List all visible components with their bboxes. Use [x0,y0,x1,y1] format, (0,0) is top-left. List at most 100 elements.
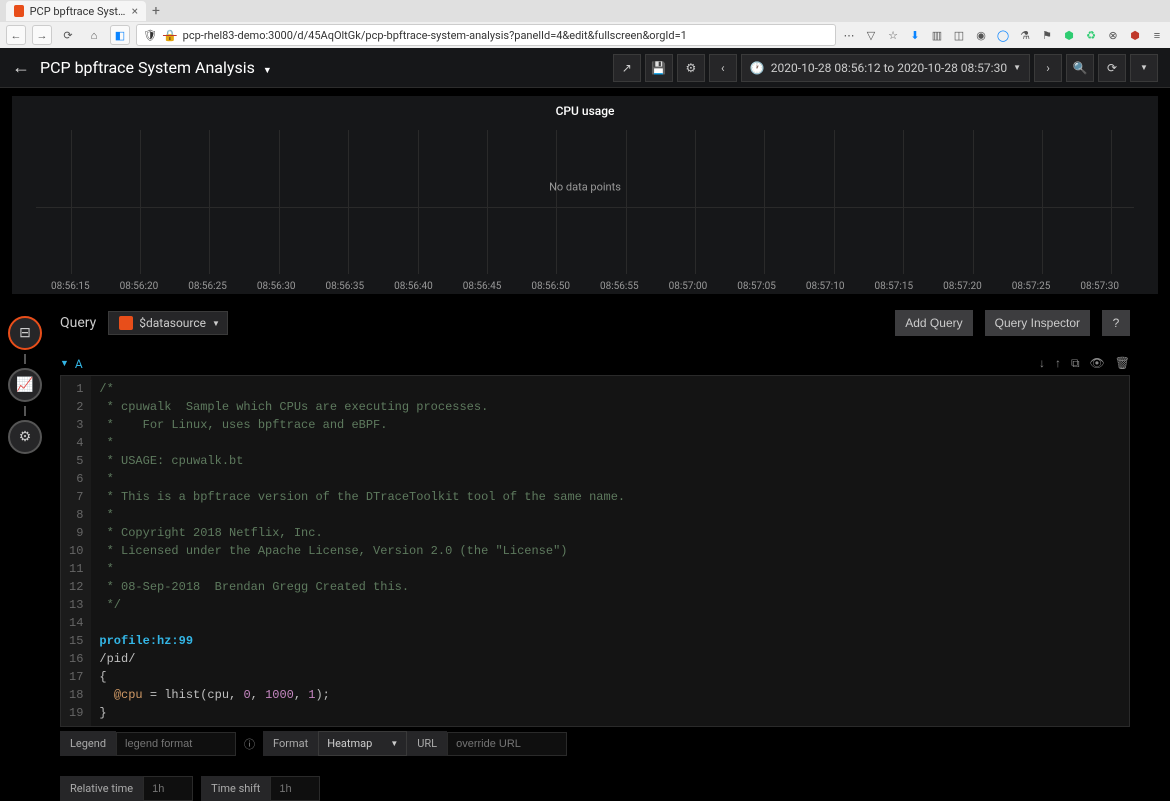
library-icon[interactable]: ▥ [930,28,944,42]
query-footer: Legend ⓘ Format Heatmap ▼ URL [60,731,1130,756]
ext5-icon[interactable]: ♻ [1084,28,1098,42]
x-tick: 08:56:55 [585,281,654,292]
legend-label: Legend [60,731,116,756]
ext7-icon[interactable]: ⬢ [1128,28,1142,42]
legend-input[interactable] [116,732,236,756]
query-inspector-button[interactable]: Query Inspector [985,310,1090,336]
dashboard-title[interactable]: PCP bpftrace System Analysis ▼ [40,58,603,77]
editor-code[interactable]: /* * cpuwalk Sample which CPUs are execu… [91,376,1129,726]
visualization-tab-icon[interactable]: 📈 [8,368,42,402]
x-tick: 08:57:30 [1065,281,1134,292]
x-tick: 08:57:20 [928,281,997,292]
download-icon[interactable]: ⬇ [908,28,922,42]
code-editor[interactable]: 12345678910111213141516171819 /* * cpuwa… [60,375,1130,727]
query-row-a: ▼ A ↓ ↑ ⧉ 👁 🗑 12345678910111213141516171… [60,352,1130,756]
query-header: Query $datasource ▼ Add Query Query Insp… [60,302,1130,344]
format-label: Format [263,731,318,756]
share-button[interactable]: ↗ [613,54,641,82]
grafana-header: ← PCP bpftrace System Analysis ▼ ↗ 💾 ⚙ ‹… [0,48,1170,88]
x-tick: 08:56:15 [36,281,105,292]
x-tick: 08:56:25 [173,281,242,292]
lock-icon: 🔒 [163,29,177,42]
back-arrow-icon[interactable]: ← [12,57,30,78]
remove-query-icon[interactable]: 🗑 [1115,356,1130,371]
tab-close-icon[interactable]: × [132,4,138,18]
more-icon[interactable]: ⋯ [842,28,856,42]
format-value: Heatmap [327,737,372,750]
save-button[interactable]: 💾 [645,54,673,82]
time-range-text: 2020-10-28 08:56:12 to 2020-10-28 08:57:… [771,61,1007,75]
move-up-icon[interactable]: ↑ [1055,356,1061,371]
query-area: ⊟ 📈 ⚙ Query $datasource ▼ Add Query Quer… [0,302,1170,801]
container-icon[interactable]: ◧ [110,25,130,45]
time-forward-button[interactable]: › [1034,54,1062,82]
shield-icon: 🛡 [143,29,157,42]
timeshift-label: Time shift [201,776,270,801]
account-icon[interactable]: ◉ [974,28,988,42]
panel-body[interactable]: No data points 08:56:1508:56:2008:56:250… [16,122,1154,292]
chevron-down-icon: ▼ [1013,63,1021,72]
refresh-button[interactable]: ⟳ [1098,54,1126,82]
url-text: pcp-rhel83-demo:3000/d/45AqOltGk/pcp-bpf… [183,29,687,42]
refresh-interval-button[interactable]: ▼ [1130,54,1158,82]
star-icon[interactable]: ☆ [886,28,900,42]
datasource-icon [119,316,133,330]
x-tick: 08:56:45 [448,281,517,292]
x-tick: 08:57:15 [860,281,929,292]
move-down-icon[interactable]: ↓ [1039,356,1045,371]
timeshift-input[interactable] [270,776,320,801]
general-tab-icon[interactable]: ⚙ [8,420,42,454]
x-tick: 08:56:30 [242,281,311,292]
home-button[interactable]: ⌂ [84,25,104,45]
toggle-visibility-icon[interactable]: 👁 [1090,356,1105,371]
duplicate-icon[interactable]: ⧉ [1071,356,1080,371]
query-row-id: A [75,357,83,371]
tab-bar: PCP bpftrace System An × + [0,0,1170,22]
url-input[interactable] [447,732,567,756]
tab-favicon-icon [14,5,24,17]
url-label: URL [407,731,447,756]
zoom-button[interactable]: 🔍 [1066,54,1094,82]
time-back-button[interactable]: ‹ [709,54,737,82]
query-help-button[interactable]: ? [1102,310,1130,336]
tab-title: PCP bpftrace System An [30,5,126,18]
format-select[interactable]: Heatmap ▼ [318,731,407,756]
menu-icon[interactable]: ≡ [1150,28,1164,42]
datasource-picker[interactable]: $datasource ▼ [108,311,228,335]
row-collapse-icon[interactable]: ▼ [60,358,69,369]
panel-title: CPU usage [16,100,1154,122]
x-tick: 08:57:00 [654,281,723,292]
browser-chrome: PCP bpftrace System An × + ← → ⟳ ⌂ ◧ 🛡 🔒… [0,0,1170,48]
x-tick: 08:57:05 [722,281,791,292]
editor-gutter: 12345678910111213141516171819 [61,376,91,726]
x-tick: 08:56:20 [105,281,174,292]
new-tab-button[interactable]: + [146,3,166,19]
pocket-icon[interactable]: ▽ [864,28,878,42]
url-field[interactable]: 🛡 🔒 pcp-rhel83-demo:3000/d/45AqOltGk/pcp… [136,24,836,46]
queries-tab-icon[interactable]: ⊟ [8,316,42,350]
sidebar-icon[interactable]: ◫ [952,28,966,42]
time-range-picker[interactable]: 🕐 2020-10-28 08:56:12 to 2020-10-28 08:5… [741,54,1030,82]
datasource-value: $datasource [139,316,206,330]
back-button[interactable]: ← [6,25,26,45]
url-bar: ← → ⟳ ⌂ ◧ 🛡 🔒 pcp-rhel83-demo:3000/d/45A… [0,22,1170,48]
editor-side-rail: ⊟ 📈 ⚙ [8,316,42,454]
ext3-icon[interactable]: ⚑ [1040,28,1054,42]
dashboard-title-text: PCP bpftrace System Analysis [40,58,255,77]
add-query-button[interactable]: Add Query [895,310,972,336]
time-options: Relative time Time shift [60,776,1130,801]
browser-tab[interactable]: PCP bpftrace System An × [6,1,146,21]
chevron-down-icon: ▼ [263,66,272,76]
ext2-icon[interactable]: ⚗ [1018,28,1032,42]
info-icon[interactable]: ⓘ [236,736,263,752]
ext4-icon[interactable]: ⬢ [1062,28,1076,42]
ext1-icon[interactable]: ◯ [996,28,1010,42]
chevron-down-icon: ▼ [390,739,398,748]
ext6-icon[interactable]: ⊗ [1106,28,1120,42]
reload-button[interactable]: ⟳ [58,25,78,45]
forward-button[interactable]: → [32,25,52,45]
settings-button[interactable]: ⚙ [677,54,705,82]
relative-time-input[interactable] [143,776,193,801]
x-tick: 08:57:25 [997,281,1066,292]
panel-cpu-usage: CPU usage No data points 08:56:1508:56:2… [12,96,1158,294]
